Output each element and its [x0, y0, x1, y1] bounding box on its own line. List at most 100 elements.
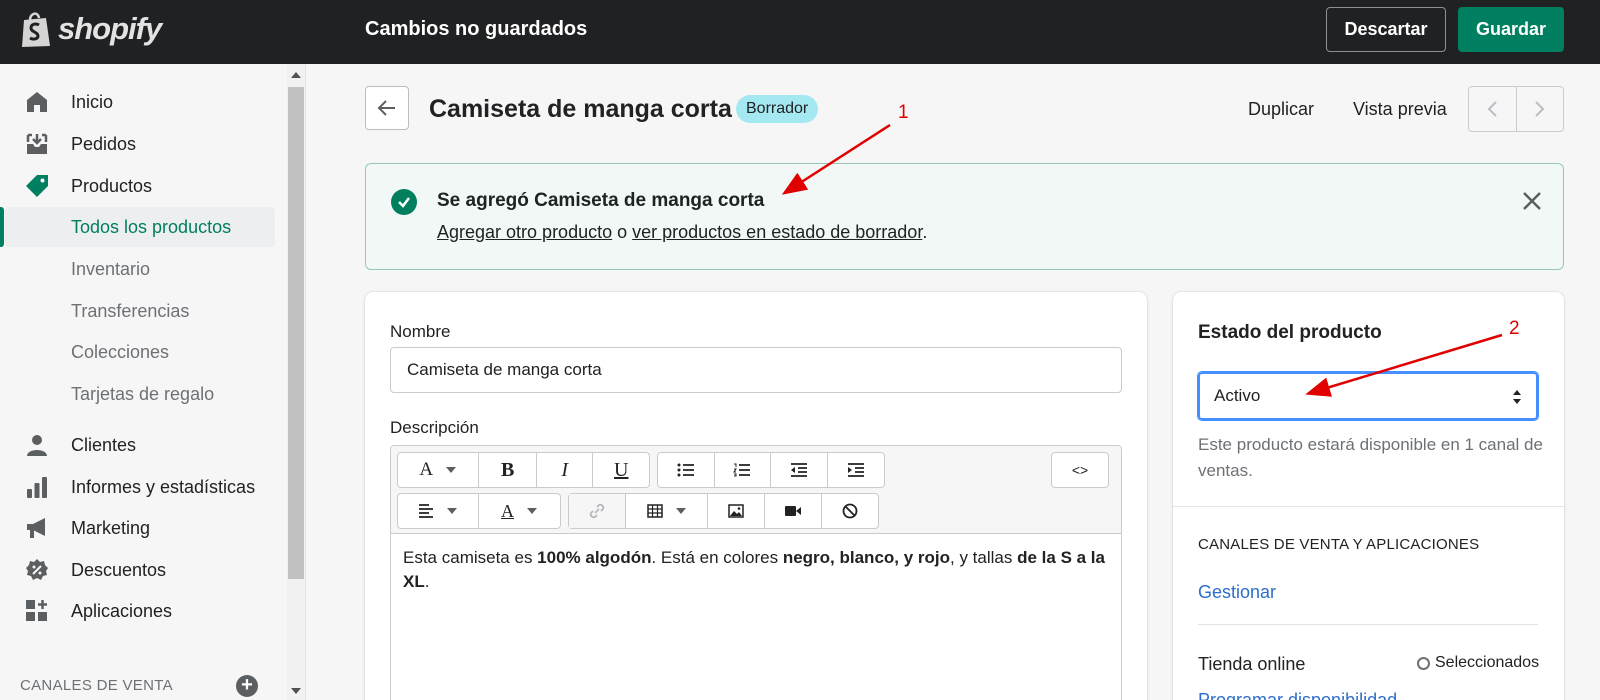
- italic-button[interactable]: I: [537, 453, 594, 487]
- add-another-product-link[interactable]: Agregar otro producto: [437, 222, 612, 242]
- sidebar-item-products[interactable]: Productos: [0, 166, 285, 206]
- name-input[interactable]: Camiseta de manga corta: [390, 347, 1122, 393]
- sidebar-item-apps[interactable]: Aplicaciones: [0, 591, 285, 631]
- outdent-icon: [790, 463, 807, 477]
- sidebar-item-home[interactable]: Inicio: [0, 82, 285, 122]
- align-button[interactable]: [398, 494, 479, 528]
- sidebar-subitem-all-products[interactable]: Todos los productos: [5, 207, 275, 247]
- caret-down-icon: [675, 508, 686, 514]
- logo-text: shopify: [58, 11, 162, 46]
- banner-end: .: [922, 222, 928, 242]
- discount-icon: [26, 559, 48, 580]
- pagination: [1468, 86, 1564, 132]
- arrow-left-icon: [377, 100, 395, 116]
- description-editor: A B I U <> A Esta camiseta es 100% algod…: [390, 445, 1122, 700]
- caret-down-icon: [447, 508, 457, 514]
- status-select-value: Activo: [1214, 386, 1261, 405]
- sidebar-subitem-gift-cards[interactable]: Tarjetas de regalo: [0, 374, 285, 414]
- online-store-status-text: Seleccionados: [1435, 654, 1540, 671]
- italic-icon: I: [561, 458, 569, 481]
- description-segment: . Está en colores: [651, 548, 783, 567]
- scrollbar-thumb[interactable]: [288, 87, 304, 579]
- link-button[interactable]: [569, 494, 626, 528]
- text-color-button[interactable]: A: [479, 494, 560, 528]
- video-icon: [785, 506, 801, 516]
- back-button[interactable]: [365, 86, 409, 130]
- video-button[interactable]: [765, 494, 822, 528]
- bullet-list-icon: [677, 463, 694, 477]
- success-banner: Se agregó Camiseta de manga corta Agrega…: [365, 163, 1564, 270]
- discard-button[interactable]: Descartar: [1326, 7, 1446, 52]
- annotation-number: 1: [898, 102, 909, 123]
- sidebar-subitem-transfers[interactable]: Transferencias: [0, 291, 285, 331]
- sidebar-item-analytics[interactable]: Informes y estadísticas: [0, 467, 285, 507]
- sidebar-subitem-label: Transferencias: [71, 300, 190, 321]
- status-badge: Borrador: [736, 95, 819, 123]
- sidebar-subitem-inventory[interactable]: Inventario: [0, 249, 285, 289]
- sales-channels-section-title: CANALES DE VENTA Y APLICACIONES: [1198, 536, 1480, 553]
- sales-channels-heading: CANALES DE VENTA: [20, 677, 173, 694]
- close-icon[interactable]: [1519, 188, 1545, 214]
- sidebar-item-discounts[interactable]: Descuentos: [0, 550, 285, 590]
- description-text[interactable]: Esta camiseta es 100% algodón. Está en c…: [403, 546, 1109, 594]
- banner-title: Se agregó Camiseta de manga corta: [437, 190, 765, 211]
- description-label: Descripción: [390, 418, 479, 437]
- orders-icon: [26, 133, 48, 154]
- editor-toolbar: A B I U <> A: [391, 446, 1121, 534]
- outdent-button[interactable]: [771, 453, 828, 487]
- banner-message: Agregar otro producto o ver productos en…: [437, 222, 927, 243]
- sidebar: Inicio Pedidos Productos Todos los produ…: [0, 64, 306, 700]
- view-draft-products-link[interactable]: ver productos en estado de borrador: [632, 222, 922, 242]
- description-segment: .: [424, 572, 430, 591]
- shopify-logo[interactable]: shopify: [20, 10, 162, 48]
- text-color-icon: A: [501, 500, 514, 521]
- sidebar-item-label: Descuentos: [71, 559, 167, 580]
- indent-button[interactable]: [828, 453, 885, 487]
- megaphone-icon: [27, 518, 45, 538]
- scroll-down-arrow-icon[interactable]: [291, 688, 301, 694]
- save-button[interactable]: Guardar: [1458, 7, 1564, 52]
- underline-icon: U: [614, 458, 629, 481]
- table-button[interactable]: [626, 494, 708, 528]
- link-icon: [589, 503, 605, 519]
- font-icon: A: [419, 459, 434, 480]
- sidebar-item-orders[interactable]: Pedidos: [0, 124, 285, 164]
- html-toggle-button[interactable]: <>: [1052, 453, 1108, 487]
- active-indicator: [0, 207, 4, 247]
- status-help-text: Este producto estará disponible en 1 can…: [1198, 435, 1543, 480]
- code-group: <>: [1051, 452, 1109, 488]
- underline-button[interactable]: U: [593, 453, 649, 487]
- indent-icon: [847, 463, 864, 477]
- sidebar-item-customers[interactable]: Clientes: [0, 425, 285, 465]
- annotation-number: 2: [1509, 318, 1520, 339]
- add-channel-icon[interactable]: +: [236, 675, 258, 697]
- numbered-list-button[interactable]: [715, 453, 771, 487]
- sidebar-item-label: Productos: [71, 175, 153, 196]
- duplicate-button[interactable]: Duplicar: [1248, 99, 1314, 120]
- font-format-button[interactable]: A: [398, 453, 480, 487]
- bullet-list-button[interactable]: [658, 453, 715, 487]
- status-dot-icon: [1417, 656, 1430, 670]
- description-bold-segment: 100% algodón: [537, 548, 652, 567]
- home-icon: [27, 92, 47, 112]
- schedule-availability-link[interactable]: Programar disponibilidad: [1198, 690, 1397, 700]
- clear-format-button[interactable]: [822, 494, 878, 528]
- previous-button[interactable]: [1469, 87, 1517, 131]
- product-status-card: Estado del producto Activo Este producto…: [1173, 292, 1564, 700]
- image-icon: [728, 504, 744, 518]
- preview-button[interactable]: Vista previa: [1353, 99, 1447, 120]
- sidebar-item-marketing[interactable]: Marketing: [0, 508, 285, 548]
- bold-button[interactable]: B: [479, 453, 537, 487]
- sidebar-item-label: Clientes: [71, 434, 137, 455]
- tag-icon: [26, 175, 48, 197]
- next-button[interactable]: [1517, 87, 1564, 131]
- image-button[interactable]: [708, 494, 765, 528]
- align-color-group: A: [397, 493, 561, 529]
- status-select[interactable]: Activo: [1198, 372, 1538, 420]
- scroll-up-arrow-icon[interactable]: [291, 72, 301, 78]
- unsaved-changes-label: Cambios no guardados: [365, 18, 588, 40]
- manage-channels-link[interactable]: Gestionar: [1198, 582, 1276, 603]
- sidebar-subitem-label: Colecciones: [71, 341, 170, 362]
- sidebar-subitem-collections[interactable]: Colecciones: [0, 332, 285, 372]
- sidebar-item-label: Informes y estadísticas: [71, 476, 256, 497]
